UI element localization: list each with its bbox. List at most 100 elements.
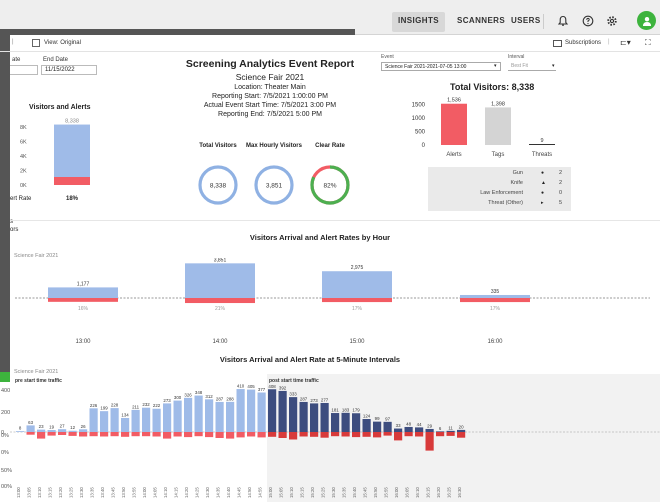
interval-x-label: 13:10 <box>37 487 42 498</box>
interval-visitors-bar <box>79 429 88 432</box>
interval-x-label: 16:15 <box>426 487 431 498</box>
help-icon[interactable] <box>580 13 596 29</box>
interval-alert-bar <box>373 432 382 438</box>
share-icon[interactable]: ⊏▾ <box>620 38 631 47</box>
interval-ytick: 400 <box>1 388 10 394</box>
interval-x-label: 13:40 <box>100 487 105 498</box>
interval-x-label: 15:30 <box>331 487 336 498</box>
interval-x-label: 13:35 <box>90 487 95 498</box>
interval-value-label: 232 <box>142 402 150 407</box>
interval-visitors-bar <box>352 413 361 432</box>
totals-bar-label: Alerts <box>446 152 461 158</box>
interval-alert-bar <box>58 432 67 435</box>
interval-visitors-bar <box>278 390 287 432</box>
bell-icon[interactable] <box>555 13 571 29</box>
interval-rate-ytick: 0% <box>1 433 9 439</box>
report-event-name: Science Fair 2021 <box>235 72 305 82</box>
totals-bar-value: 9 <box>540 138 543 144</box>
settings-gear-icon[interactable] <box>604 13 620 29</box>
hourly-rate-label: 17% <box>490 306 501 312</box>
interval-alert-bar <box>194 432 203 437</box>
threat-name: Knife <box>510 180 523 186</box>
hourly-chart: 1,177 16% 13:00 3,851 21% 14:00 2,975 17% 15:00 3… <box>15 258 650 345</box>
va-ytick: 0K <box>20 183 27 189</box>
kpi-label: Max Hourly Visitors <box>246 143 302 149</box>
interval-alert-bar <box>247 432 256 437</box>
interval-value-label: 348 <box>195 390 203 395</box>
threat-name: Gun <box>512 170 523 176</box>
interval-alert-bar <box>299 432 308 437</box>
kpi-gauge: 82% <box>310 165 350 205</box>
interval-value-label: 312 <box>205 394 213 399</box>
interval-value-label: 273 <box>163 398 171 403</box>
hourly-visitors-bar <box>48 287 118 298</box>
interval-chart-title: Visitors Arrival and Alert Rate at 5-Min… <box>219 355 401 364</box>
hourly-value-label: 2,975 <box>351 265 364 271</box>
interval-value-label: 222 <box>153 403 161 408</box>
event-select[interactable]: Science Fair 2021-2021-07-05 13:00 <box>381 62 501 71</box>
interval-alert-bar <box>236 432 245 438</box>
mail-icon[interactable] <box>553 40 562 47</box>
interval-x-label: 14:55 <box>258 487 263 498</box>
interval-visitors-bar <box>341 412 350 432</box>
interval-visitors-bar <box>331 413 340 432</box>
report-location: Location: Theater Main <box>234 84 306 91</box>
event-dropdown-icon[interactable]: ▾ <box>494 63 497 69</box>
interval-visitors-bar <box>16 431 25 432</box>
interval-value-label: 179 <box>352 408 360 413</box>
va-ytick: 4K <box>20 154 27 160</box>
top-app-bar: INSIGHTS SCANNERS USERS <box>0 0 660 35</box>
hourly-value-label: 335 <box>491 289 500 295</box>
nav-scanners[interactable]: SCANNERS <box>451 12 511 32</box>
interval-visitors-bar <box>394 428 403 432</box>
hourly-alert-bar <box>322 298 392 303</box>
interval-alert-bar <box>383 432 392 436</box>
interval-value-label: 27 <box>60 424 65 429</box>
view-icon[interactable] <box>32 39 40 47</box>
interval-value-label: 29 <box>427 423 432 428</box>
interval-value-label: 405 <box>247 384 255 389</box>
user-avatar-icon[interactable] <box>637 11 656 30</box>
interval-visitors-bar <box>89 408 98 432</box>
kpi-label: Clear Rate <box>315 143 345 149</box>
interval-select[interactable]: Best Fit <box>508 62 556 71</box>
subscriptions-button[interactable]: Subscriptions <box>565 40 601 46</box>
interval-visitors-bar <box>415 427 424 432</box>
interval-alert-bar <box>79 432 88 437</box>
interval-x-label: 16:25 <box>447 487 452 498</box>
hourly-rate-label: 21% <box>215 306 226 312</box>
interval-alert-bar <box>404 432 413 437</box>
kpi-value: 8,338 <box>210 183 227 190</box>
interval-value-label: 183 <box>342 407 350 412</box>
hourly-x-label: 16:00 <box>487 339 503 345</box>
interval-x-label: 15:10 <box>289 487 294 498</box>
end-date-label: End Date <box>43 57 69 63</box>
interval-alert-bar <box>310 432 319 437</box>
start-date-input[interactable] <box>10 65 38 75</box>
interval-visitors-bar <box>205 399 214 432</box>
interval-alert-bar <box>152 432 161 437</box>
interval-alert-bar <box>142 432 151 437</box>
interval-visitors-bar <box>68 430 77 432</box>
interval-visitors-bar <box>100 411 109 432</box>
threat-count: 5 <box>559 200 563 206</box>
fullscreen-icon[interactable]: ⛶ <box>645 38 651 48</box>
interval-alert-bar <box>457 432 466 438</box>
totals-ytick: 1500 <box>412 103 426 109</box>
end-date-input[interactable]: 11/15/2022 <box>41 65 97 75</box>
nav-insights[interactable]: INSIGHTS <box>392 12 445 32</box>
interval-alert-bar <box>121 432 130 437</box>
interval-dropdown-icon[interactable]: ▾ <box>552 63 555 69</box>
interval-value-label: 20 <box>459 424 464 429</box>
view-selector[interactable]: View: Original <box>44 40 81 46</box>
interval-value-label: 26 <box>81 424 86 429</box>
kpi-value: 82% <box>323 183 336 190</box>
va-ytick: 2K <box>20 169 27 175</box>
nav-users[interactable]: USERS <box>505 12 547 32</box>
interval-ytick: 200 <box>1 410 10 416</box>
interval-alert-bar <box>215 432 224 438</box>
interval-visitors-bar <box>131 409 140 432</box>
hourly-x-label: 13:00 <box>75 339 91 345</box>
interval-visitors-bar <box>226 401 235 432</box>
interval-x-label: 13:45 <box>111 487 116 498</box>
